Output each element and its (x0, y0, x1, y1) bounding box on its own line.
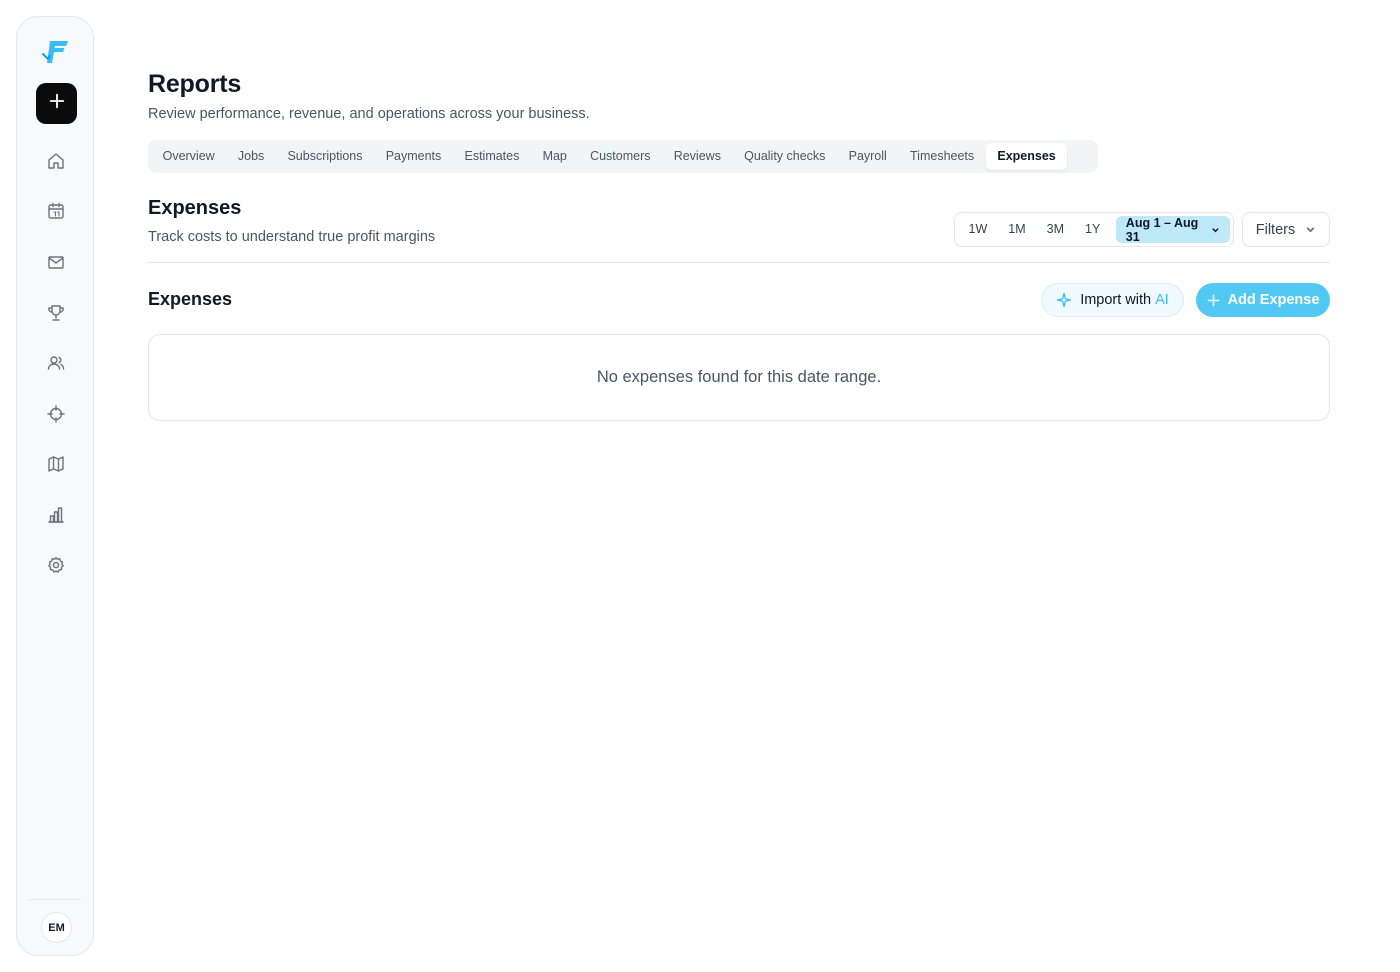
expenses-list-title: Expenses (148, 289, 233, 309)
import-with-ai-button[interactable]: Import with AI (1041, 283, 1184, 317)
page-subtitle: Review performance, revenue, and operati… (148, 106, 590, 122)
chevron-down-icon (1306, 227, 1315, 233)
tab-map[interactable]: Map (531, 143, 579, 170)
page-title: Reports (148, 70, 242, 98)
date-range-label: Aug 1 – Aug 31 (1125, 215, 1199, 244)
section-subtitle: Track costs to understand true profit ma… (148, 229, 436, 245)
filters-button[interactable]: Filters (1242, 212, 1330, 247)
range-3m-button[interactable]: 3M (1036, 216, 1074, 243)
tab-subscriptions[interactable]: Subscriptions (276, 143, 374, 170)
users-icon[interactable] (45, 352, 67, 374)
plus-icon (48, 92, 66, 115)
target-icon[interactable] (45, 403, 67, 425)
date-range-selector: 1W 1M 3M 1Y Aug 1 – Aug 31 (954, 212, 1234, 247)
home-icon[interactable] (45, 150, 67, 172)
section-divider (148, 262, 1330, 263)
sparkle-icon (1057, 292, 1072, 308)
filters-label: Filters (1255, 221, 1296, 238)
import-label: Import with (1080, 292, 1152, 308)
chevron-down-icon (1212, 227, 1219, 232)
tab-reviews[interactable]: Reviews (662, 143, 732, 170)
sidebar-divider (29, 899, 81, 900)
add-expense-label: Add Expense (1227, 292, 1320, 308)
empty-state-message: No expenses found for this date range. (596, 368, 882, 386)
tab-timesheets[interactable]: Timesheets (898, 143, 985, 170)
tab-payments[interactable]: Payments (374, 143, 453, 170)
settings-icon[interactable] (45, 554, 67, 576)
add-expense-button[interactable]: Add Expense (1196, 283, 1330, 317)
tab-payroll[interactable]: Payroll (837, 143, 898, 170)
tab-estimates[interactable]: Estimates (453, 143, 531, 170)
mail-icon[interactable] (45, 251, 67, 273)
create-new-button[interactable] (36, 83, 77, 124)
tab-quality-checks[interactable]: Quality checks (733, 143, 837, 170)
plus-icon (1207, 294, 1219, 306)
calendar-icon[interactable] (45, 200, 67, 222)
range-1m-button[interactable]: 1M (998, 216, 1036, 243)
sidebar: EM (16, 16, 94, 956)
section-title: Expenses (148, 197, 242, 219)
range-1y-button[interactable]: 1Y (1075, 216, 1111, 243)
trophy-icon[interactable] (45, 302, 67, 324)
tab-jobs[interactable]: Jobs (226, 143, 276, 170)
report-tabs: Overview Jobs Subscriptions Payments Est… (148, 140, 1098, 173)
brand-logo-icon[interactable] (41, 37, 71, 67)
tab-customers[interactable]: Customers (578, 143, 662, 170)
import-ai-label: AI (1155, 292, 1169, 308)
range-1w-button[interactable]: 1W (958, 216, 998, 243)
map-icon[interactable] (45, 453, 67, 475)
user-avatar[interactable]: EM (41, 912, 72, 943)
expenses-empty-state: No expenses found for this date range. (148, 334, 1330, 421)
custom-date-range-dropdown[interactable]: Aug 1 – Aug 31 (1115, 215, 1230, 244)
tab-expenses[interactable]: Expenses (985, 143, 1068, 170)
tab-overview[interactable]: Overview (151, 143, 226, 170)
bar-chart-icon[interactable] (45, 504, 67, 526)
